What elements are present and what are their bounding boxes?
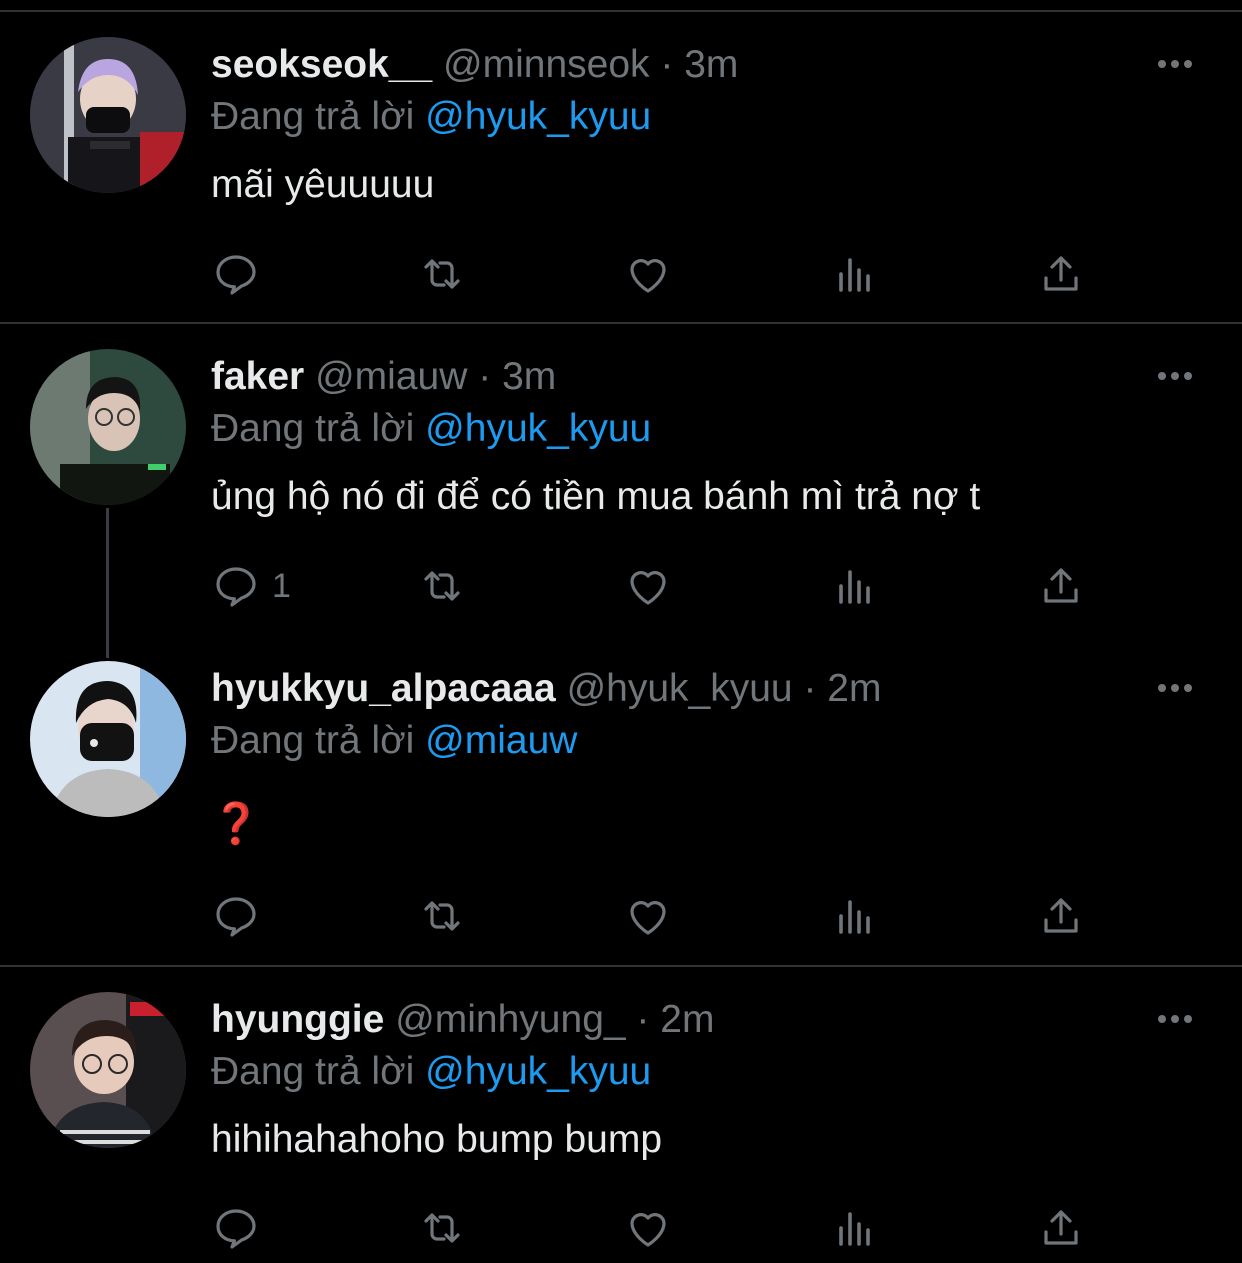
replying-to: Đang trả lời @hyuk_kyuu [211, 405, 651, 453]
tweet-header: faker @miauw · 3m [211, 353, 556, 401]
mention-link[interactable]: @hyuk_kyuu [425, 95, 651, 138]
handle[interactable]: @hyuk_kyuu [567, 667, 793, 710]
reply-button[interactable] [212, 888, 272, 944]
more-icon[interactable] [1158, 681, 1200, 695]
tweet-divider [0, 965, 1242, 967]
top-divider [0, 10, 1242, 12]
share-icon [1044, 256, 1078, 291]
retweet-icon [424, 1213, 460, 1243]
tweet-text: ❓ [211, 802, 261, 846]
like-icon [630, 901, 666, 935]
like-icon [630, 1213, 666, 1247]
share-icon [1044, 898, 1078, 933]
tweet-header: hyunggie @minhyung_ · 2m [211, 996, 714, 1044]
views-button[interactable] [831, 558, 879, 614]
more-icon[interactable] [1158, 1012, 1200, 1026]
share-button[interactable] [1037, 1200, 1085, 1256]
views-icon [839, 570, 870, 604]
mention-link[interactable]: @miauw [425, 719, 577, 762]
replying-to-label: Đang trả lời [211, 95, 415, 138]
display-name[interactable]: faker [211, 355, 304, 398]
tweet-text: ủng hộ nó đi để có tiền mua bánh mì trả … [211, 475, 981, 518]
tweet-text: mãi yêuuuuu [211, 163, 435, 206]
retweet-icon [424, 901, 460, 931]
like-button[interactable] [624, 888, 672, 944]
replying-to-label: Đang trả lời [211, 719, 415, 762]
like-button[interactable] [624, 1200, 672, 1256]
retweet-icon [424, 571, 460, 601]
more-icon[interactable] [1158, 369, 1200, 383]
tweet-actions: 1 [212, 558, 1092, 614]
header-separator: · [478, 355, 492, 398]
more-icon[interactable] [1158, 57, 1200, 71]
reply-count: 1 [272, 566, 291, 605]
tweet-actions [212, 1200, 1092, 1256]
like-icon [630, 259, 666, 293]
views-button[interactable] [831, 888, 879, 944]
reply-icon [216, 1209, 256, 1249]
timestamp[interactable]: 2m [660, 998, 714, 1041]
header-separator: · [636, 998, 650, 1041]
header-separator: · [660, 43, 674, 86]
share-button[interactable] [1037, 558, 1085, 614]
views-icon [839, 1212, 870, 1246]
retweet-button[interactable] [418, 1200, 466, 1256]
avatar[interactable] [30, 349, 186, 505]
display-name[interactable]: hyukkyu_alpacaaa [211, 667, 556, 710]
tweet-actions [212, 888, 1092, 944]
avatar[interactable] [30, 992, 186, 1148]
share-button[interactable] [1037, 888, 1085, 944]
like-button[interactable] [624, 558, 672, 614]
timestamp[interactable]: 2m [827, 667, 881, 710]
avatar[interactable] [30, 37, 186, 193]
share-icon [1044, 1210, 1078, 1245]
retweet-button[interactable] [418, 558, 466, 614]
views-button[interactable] [831, 1200, 879, 1256]
tweet-header: seokseok__ @minnseok · 3m [211, 41, 738, 89]
handle[interactable]: @minnseok [443, 43, 650, 86]
display-name[interactable]: hyunggie [211, 998, 384, 1041]
replying-to: Đang trả lời @miauw [211, 717, 577, 765]
handle[interactable]: @minhyung_ [395, 998, 625, 1041]
tweet-header: hyukkyu_alpacaaa @hyuk_kyuu · 2m [211, 665, 881, 713]
tweet-actions [212, 246, 1092, 302]
reply-icon [216, 897, 256, 937]
reply-icon [216, 567, 256, 607]
replying-to: Đang trả lời @hyuk_kyuu [211, 1048, 651, 1096]
reply-icon [216, 255, 256, 295]
reply-button[interactable]: 1 [212, 558, 291, 614]
tweet-text: hihihahahoho bump bump [211, 1118, 663, 1161]
display-name[interactable]: seokseok__ [211, 43, 432, 86]
header-separator: · [803, 667, 817, 710]
like-button[interactable] [624, 246, 672, 302]
reply-button[interactable] [212, 246, 272, 302]
mention-link[interactable]: @hyuk_kyuu [425, 1050, 651, 1093]
share-icon [1044, 568, 1078, 603]
reply-button[interactable] [212, 1200, 272, 1256]
replying-to-label: Đang trả lời [211, 1050, 415, 1093]
like-icon [630, 571, 666, 605]
replying-to: Đang trả lời @hyuk_kyuu [211, 93, 651, 141]
share-button[interactable] [1037, 246, 1085, 302]
replying-to-label: Đang trả lời [211, 407, 415, 450]
retweet-button[interactable] [418, 888, 466, 944]
views-button[interactable] [831, 246, 879, 302]
mention-link[interactable]: @hyuk_kyuu [425, 407, 651, 450]
timestamp[interactable]: 3m [684, 43, 738, 86]
retweet-button[interactable] [418, 246, 466, 302]
retweet-icon [424, 259, 460, 289]
thread-connector-line [106, 508, 109, 658]
tweet-divider [0, 322, 1242, 324]
handle[interactable]: @miauw [315, 355, 467, 398]
avatar[interactable] [30, 661, 186, 817]
views-icon [839, 258, 870, 292]
timestamp[interactable]: 3m [502, 355, 556, 398]
views-icon [839, 900, 870, 934]
